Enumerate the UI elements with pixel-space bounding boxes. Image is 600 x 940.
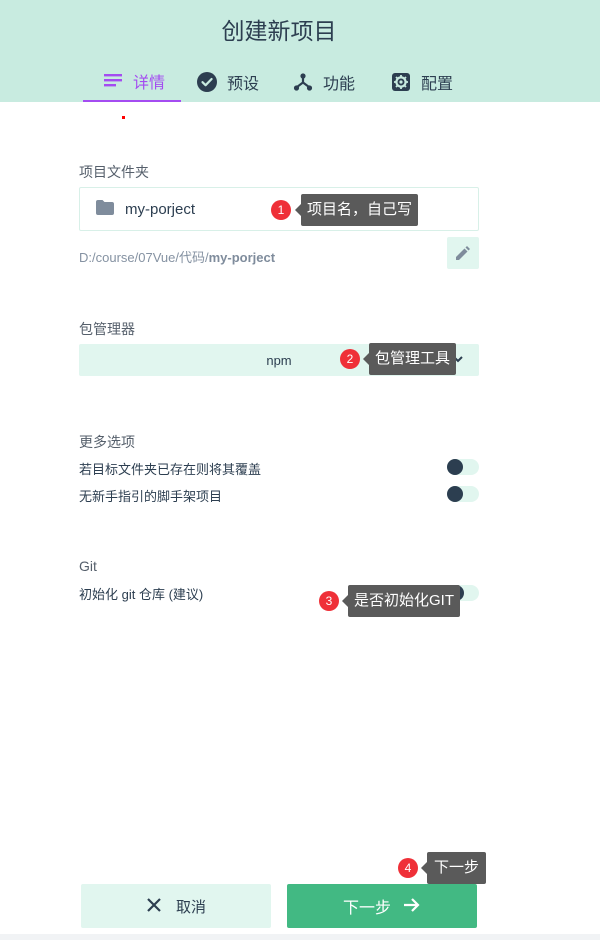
git-section-label: Git bbox=[79, 558, 97, 574]
next-button-label: 下一步 bbox=[342, 900, 391, 917]
git-init-label: 初始化 git 仓库 (建议) bbox=[79, 587, 204, 602]
annotation-callout-2: 包管理工具 bbox=[362, 343, 457, 375]
fork-icon bbox=[293, 72, 313, 92]
package-manager-value: npm bbox=[266, 352, 292, 368]
gear-icon bbox=[391, 72, 411, 92]
next-button[interactable]: 下一步 bbox=[287, 884, 477, 928]
annotation-callout-4: 下一步 bbox=[420, 852, 487, 884]
annotation-callout-3: 是否初始化GIT bbox=[342, 585, 460, 617]
cancel-button-label: 取消 bbox=[175, 898, 206, 916]
page-title: 创建新项目 bbox=[221, 18, 337, 44]
annotation-badge-4: 4 bbox=[398, 858, 418, 878]
tab-bar: 详情 预设 功能 配置 bbox=[83, 62, 477, 102]
annotation-badge-2: 2 bbox=[340, 349, 360, 369]
project-name-value: my-porject bbox=[125, 200, 196, 218]
toggle-knob bbox=[447, 486, 463, 502]
list-icon bbox=[103, 71, 123, 91]
tab-presets-label: 预设 bbox=[227, 76, 260, 93]
more-options-label: 更多选项 bbox=[79, 434, 135, 450]
annotation-badge-1: 1 bbox=[271, 200, 291, 220]
cancel-button[interactable]: 取消 bbox=[81, 884, 271, 928]
no-guide-toggle[interactable] bbox=[447, 486, 479, 502]
tab-features-label: 功能 bbox=[323, 76, 356, 93]
red-dot-marker bbox=[122, 116, 125, 119]
tab-details[interactable]: 详情 bbox=[83, 62, 181, 102]
package-manager-label: 包管理器 bbox=[79, 321, 135, 337]
check-circle-icon bbox=[197, 72, 217, 92]
pencil-icon bbox=[456, 246, 470, 260]
no-guide-option-label: 无新手指引的脚手架项目 bbox=[79, 489, 223, 504]
tab-presets[interactable]: 预设 bbox=[181, 62, 279, 102]
close-icon bbox=[146, 897, 164, 915]
bottom-strip bbox=[0, 934, 600, 940]
project-path-prefix: D:/course/07Vue/代码/ bbox=[79, 250, 209, 265]
project-path-name: my-porject bbox=[208, 250, 276, 265]
tab-details-label: 详情 bbox=[133, 75, 166, 92]
tab-features[interactable]: 功能 bbox=[279, 62, 377, 102]
overwrite-toggle[interactable] bbox=[447, 459, 479, 475]
folder-icon bbox=[96, 200, 114, 218]
tab-config-label: 配置 bbox=[421, 76, 454, 93]
toggle-knob bbox=[447, 459, 463, 475]
overwrite-option-label: 若目标文件夹已存在则将其覆盖 bbox=[79, 462, 262, 477]
project-path: D:/course/07Vue/代码/my-porject bbox=[79, 247, 275, 266]
annotation-callout-1: 项目名，自己写 bbox=[294, 194, 419, 226]
arrow-right-icon bbox=[403, 897, 421, 915]
folder-section-label: 项目文件夹 bbox=[79, 164, 149, 180]
tab-config[interactable]: 配置 bbox=[377, 62, 477, 102]
edit-path-button[interactable] bbox=[447, 237, 479, 269]
header: 创建新项目 详情 预设 功能 配置 bbox=[0, 0, 600, 102]
annotation-badge-3: 3 bbox=[319, 591, 339, 611]
